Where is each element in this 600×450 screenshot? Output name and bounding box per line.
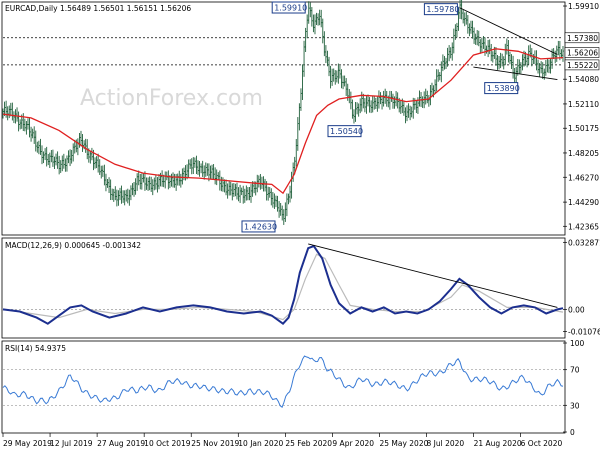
annotation-label: 1.59910 (274, 4, 307, 13)
price-tag-label: 1.56206 (567, 49, 598, 58)
x-tick-label: 25 Nov 2019 (191, 439, 239, 448)
chart-background (0, 0, 600, 450)
annotation-label: 1.42630 (244, 222, 277, 231)
annotation-label: 1.50540 (330, 127, 363, 136)
x-tick-label: 25 May 2020 (379, 439, 428, 448)
rsi-y-tick-label: 0 (570, 428, 575, 437)
x-tick-label: 10 Oct 2019 (144, 439, 191, 448)
y-tick-label: 1.48205 (568, 149, 599, 158)
y-tick-label: 1.59910 (568, 2, 599, 11)
macd-y-tick-label: 0.032871 (568, 238, 600, 247)
annotation-label: 1.53890 (487, 84, 520, 93)
x-tick-label: 6 Oct 2020 (521, 439, 563, 448)
y-tick-label: 1.54080 (568, 75, 599, 84)
rsi-y-tick-label: 70 (570, 366, 580, 375)
y-tick-label: 1.46270 (568, 173, 599, 182)
x-tick-label: 12 Jul 2019 (50, 439, 93, 448)
price-tag-label: 1.57380 (567, 34, 598, 43)
x-tick-label: 27 Aug 2019 (97, 439, 145, 448)
y-tick-label: 1.42365 (568, 222, 599, 231)
x-tick-label: 25 Feb 2020 (285, 439, 332, 448)
x-tick-label: 21 Aug 2020 (474, 439, 522, 448)
annotation-label: 1.59780 (426, 5, 459, 14)
rsi-y-tick-label: 30 (570, 401, 580, 410)
x-tick-label: 8 Jul 2020 (427, 439, 465, 448)
macd-y-tick-label: -0.010762 (568, 327, 600, 336)
price-tag-label: 1.55220 (567, 61, 598, 70)
x-tick-label: 9 Apr 2020 (332, 439, 374, 448)
y-tick-label: 1.50175 (568, 124, 599, 133)
y-tick-label: 1.44290 (568, 198, 599, 207)
rsi-panel-title: RSI(14) 54.9375 (5, 344, 66, 353)
y-tick-label: 1.52110 (568, 100, 599, 109)
x-tick-label: 29 May 2019 (3, 439, 52, 448)
rsi-y-tick-label: 100 (570, 339, 585, 348)
macd-panel-title: MACD(12,26,9) 0.000645 -0.001342 (5, 241, 141, 250)
macd-y-tick-label: 0.00 (568, 305, 585, 314)
forex-chart: ActionForex.com 1.59910 1.59780 1.50540 1.5… (0, 0, 600, 450)
x-tick-label: 10 Jan 2020 (238, 439, 283, 448)
price-panel-title: EURCAD,Daily 1.56489 1.56501 1.56151 1.5… (5, 4, 191, 13)
watermark: ActionForex.com (80, 86, 263, 111)
